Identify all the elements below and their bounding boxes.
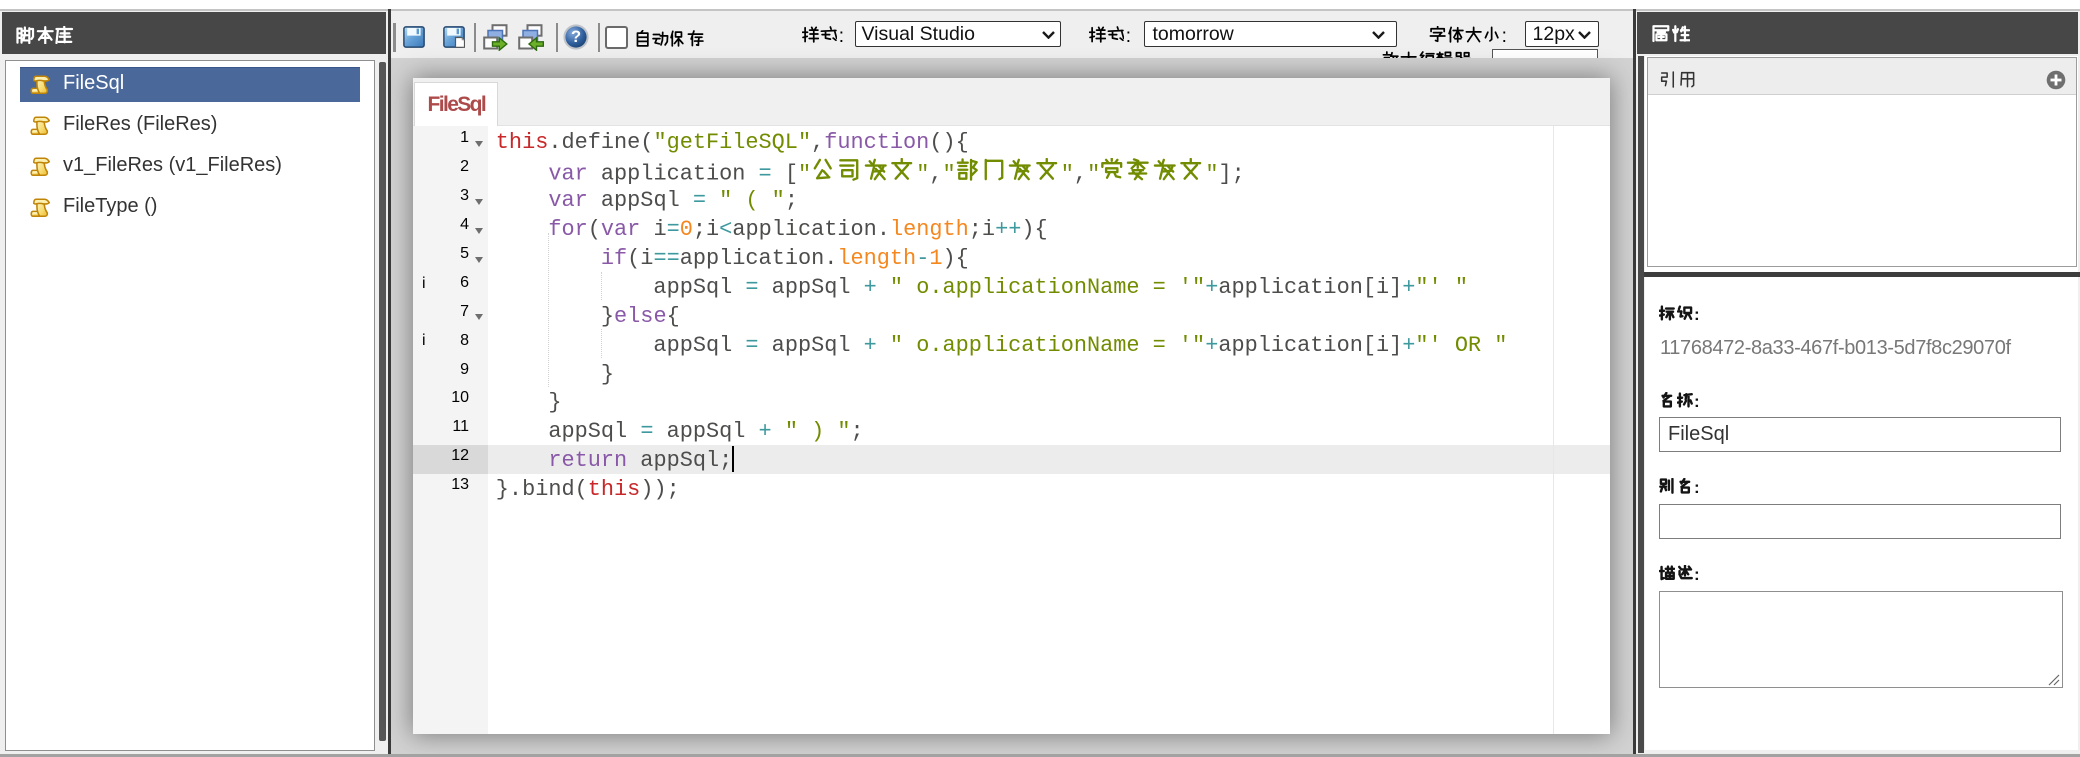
svg-text:?: ? — [570, 28, 580, 46]
